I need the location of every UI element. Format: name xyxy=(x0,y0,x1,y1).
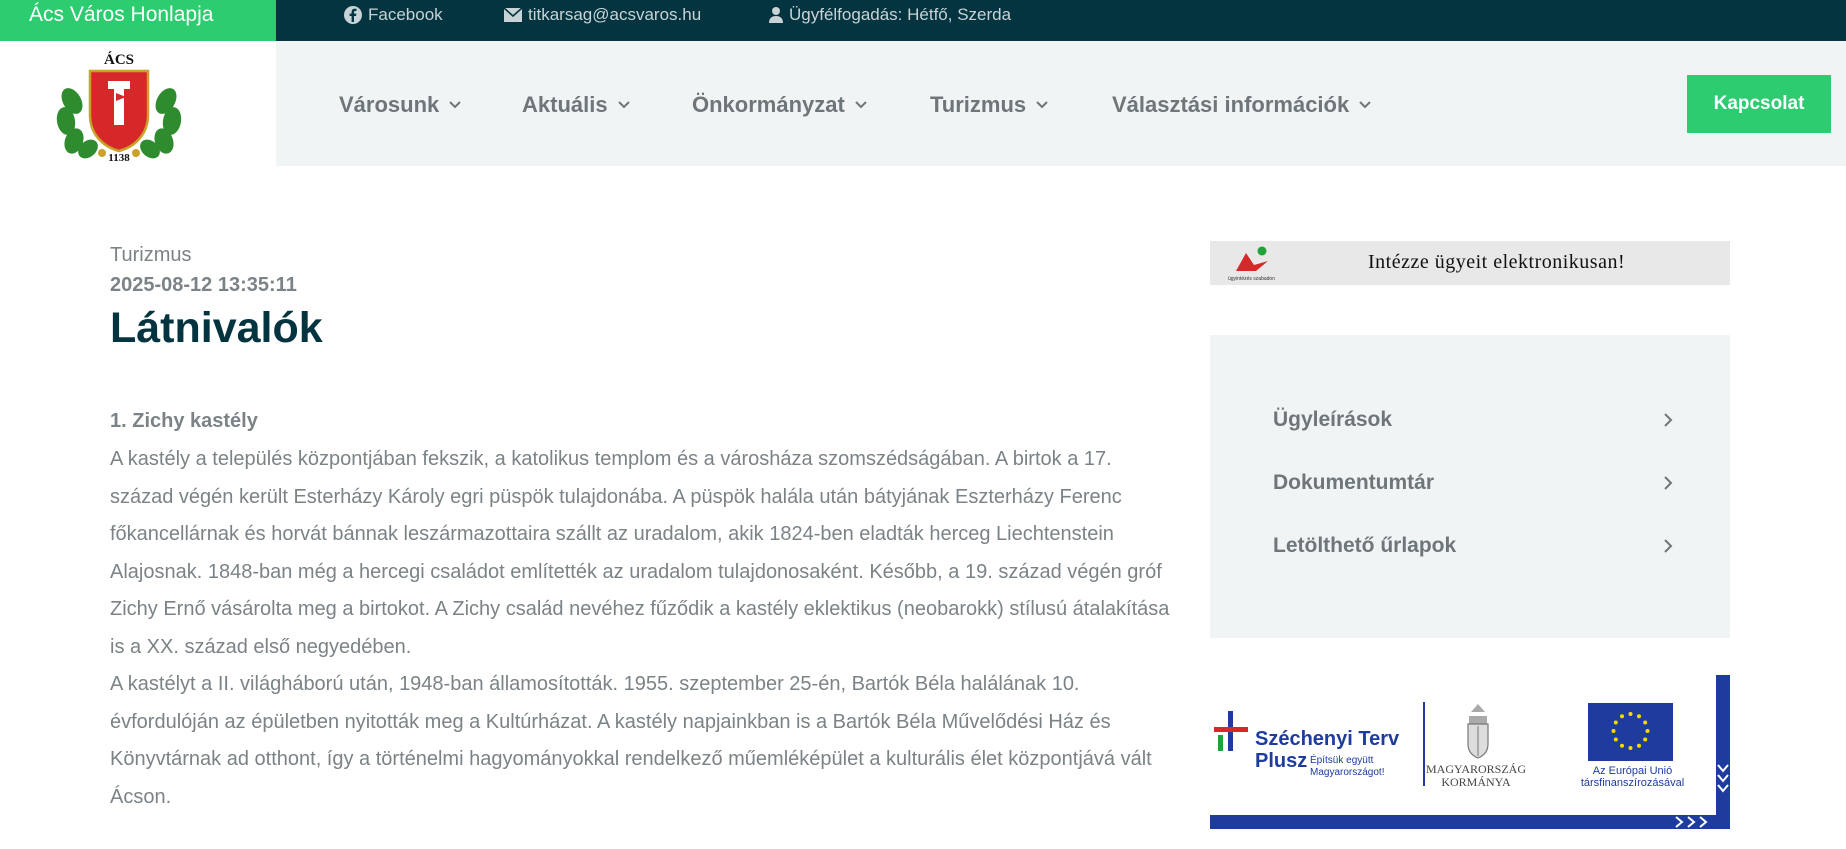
email-link[interactable]: titkarsag@acsvaros.hu xyxy=(503,0,701,29)
logo-year-text: 1138 xyxy=(108,152,130,163)
funding-banner[interactable]: Széchenyi Terv Plusz Építsük együtt Magy… xyxy=(1210,675,1730,829)
eu-text: Az Európai Unió társfinanszírozásával xyxy=(1565,765,1700,789)
chevron-right-icon xyxy=(1675,816,1708,828)
nav-item-onkormanyzat[interactable]: Önkormányzat xyxy=(692,92,867,118)
office-hours: Ügyfélfogadás: Hétfő, Szerda xyxy=(768,0,1011,29)
contact-button[interactable]: Kapcsolat xyxy=(1687,75,1831,133)
page-title: Látnivalók xyxy=(110,304,323,352)
sidebar-link-letoltheto-urlapok[interactable]: Letölthető űrlapok xyxy=(1273,534,1673,558)
banner-text: Intézze ügyeit elektronikusan! xyxy=(1368,251,1626,273)
sidebar-link-dokumentumtar[interactable]: Dokumentumtár xyxy=(1273,471,1673,495)
szechenyi-plusz: Plusz xyxy=(1255,750,1308,772)
nav-label: Városunk xyxy=(339,92,440,117)
email-label: titkarsag@acsvaros.hu xyxy=(528,4,702,24)
sidebar-link-ugyleirasok[interactable]: Ügyleírások xyxy=(1273,408,1673,432)
section-heading: 1. Zichy kastély xyxy=(110,410,258,432)
szechenyi-title: Széchenyi Terv xyxy=(1255,728,1400,750)
nav-label: Önkormányzat xyxy=(692,92,845,117)
office-hours-label: Ügyfélfogadás: Hétfő, Szerda xyxy=(789,4,1012,24)
ugyintezes-logo-icon xyxy=(1236,246,1268,271)
chevron-down-icon xyxy=(1036,101,1048,109)
eu-line1: Az Európai Unió xyxy=(1592,765,1673,777)
top-bar: Ács Város Honlapja Facebook titkarsag@ac… xyxy=(0,0,1846,41)
main-navigation xyxy=(276,41,1846,166)
article-category[interactable]: Turizmus xyxy=(110,244,191,267)
sidebar-link-label: Letölthető űrlapok xyxy=(1273,534,1457,557)
site-brand[interactable]: Ács Város Honlapja xyxy=(0,0,276,41)
nav-item-aktualis[interactable]: Aktuális xyxy=(522,92,630,118)
facebook-icon xyxy=(344,5,362,24)
eu-flag-icon xyxy=(1588,703,1673,761)
chevron-down-icon xyxy=(449,101,461,109)
blue-stripe-bottom xyxy=(1210,815,1730,829)
kormany-text: MAGYARORSZÁG KORMÁNYA xyxy=(1421,763,1531,789)
facebook-label: Facebook xyxy=(368,4,443,24)
nav-item-turizmus[interactable]: Turizmus xyxy=(930,92,1048,118)
chevron-down-icon xyxy=(617,101,630,109)
e-administration-banner[interactable]: ügyintézés szabadon Intézze ügyeit elekt… xyxy=(1210,241,1730,285)
szechenyi-cross-icon xyxy=(1214,711,1248,751)
chevron-right-icon xyxy=(1664,413,1673,427)
banner-small-text: ügyintézés szabadon xyxy=(1228,276,1275,282)
nav-item-valasztasi-informaciok[interactable]: Választási információk xyxy=(1112,92,1371,118)
blue-stripe-right xyxy=(1716,675,1730,829)
nav-label: Aktuális xyxy=(522,92,608,117)
sidebar-link-label: Dokumentumtár xyxy=(1273,471,1435,494)
city-coat-of-arms-logo[interactable]: ÁCS 1138 xyxy=(52,49,186,163)
hungarian-coat-of-arms-icon xyxy=(1467,704,1489,759)
article-paragraph: A kastély a település központjában feksz… xyxy=(110,448,1170,658)
sidebar-link-label: Ügyleírások xyxy=(1273,408,1393,431)
logo-top-text: ÁCS xyxy=(104,51,134,68)
facebook-link[interactable]: Facebook xyxy=(343,0,443,29)
logo-area: ÁCS 1138 xyxy=(0,41,276,166)
article-date: 2025-08-12 13:35:11 xyxy=(110,274,297,296)
nav-label: Választási információk xyxy=(1112,92,1350,117)
nav-label: Turizmus xyxy=(930,92,1027,117)
mail-icon xyxy=(503,6,523,22)
sidebar-links: Ügyleírások Dokumentumtár Letölthető űrl… xyxy=(1210,335,1730,638)
nav-item-varosunk[interactable]: Városunk xyxy=(339,92,461,118)
article-paragraph: A kastélyt a II. világháború után, 1948-… xyxy=(110,673,1152,808)
chevron-down-icon xyxy=(1359,101,1371,109)
chevron-down-icon xyxy=(855,101,867,109)
szechenyi-slogan: Építsük együtt Magyarországot! xyxy=(1310,755,1385,778)
chevron-right-icon xyxy=(1664,476,1673,490)
user-icon xyxy=(769,6,783,23)
chevron-right-icon xyxy=(1664,539,1673,553)
eu-line2: társfinanszírozásával xyxy=(1580,777,1685,789)
chevron-down-icon xyxy=(1717,764,1729,793)
kormany-line2: KORMÁNYA xyxy=(1441,775,1511,789)
